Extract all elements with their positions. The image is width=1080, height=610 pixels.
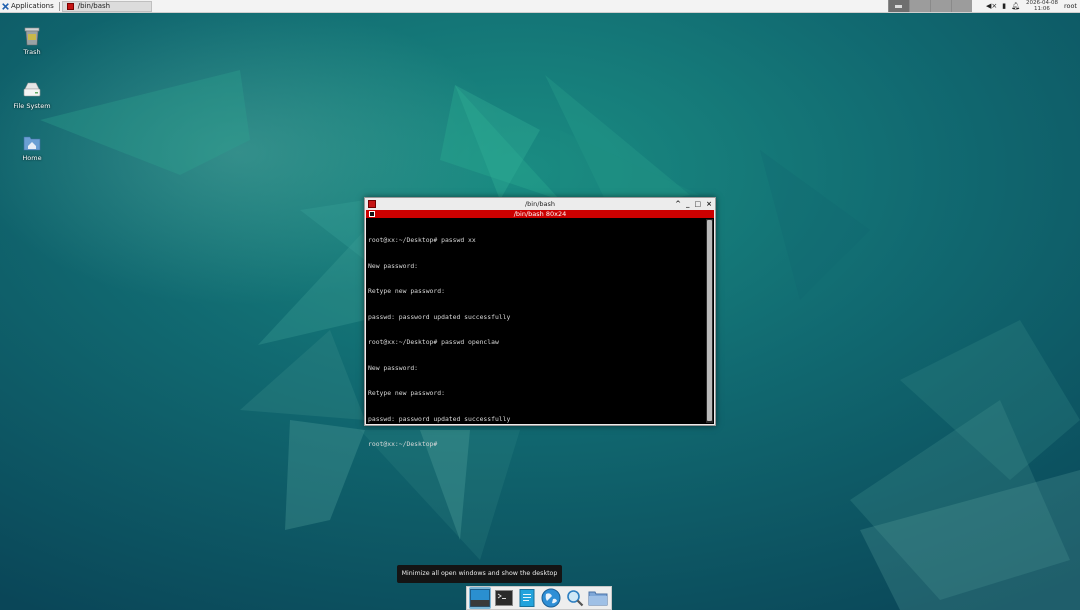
workspace-2[interactable]: [908, 0, 930, 12]
applications-menu[interactable]: Applications: [0, 0, 57, 12]
terminal-line: root@xx:~/Desktop# passwd openclaw: [368, 338, 499, 346]
search-icon: [566, 590, 583, 607]
file-manager-launcher[interactable]: [587, 587, 609, 609]
terminal-line: Retype new password:: [368, 287, 445, 295]
desktop-icon-home[interactable]: Home: [2, 132, 62, 162]
user-menu[interactable]: root: [1064, 2, 1077, 10]
terminal-tab-icon: [369, 211, 375, 217]
xfce-logo-icon: [2, 2, 9, 10]
terminal-line: passwd: password updated successfully: [368, 414, 511, 423]
desktop-icon-file-system[interactable]: File System: [2, 80, 62, 110]
minimize-button[interactable]: _: [686, 200, 690, 208]
window-titlebar[interactable]: /bin/bash ^ _ □ ×: [365, 198, 715, 210]
panel-right-area: ◀× ▮ 🔔︎ 2026-04-08 11:06 root: [887, 0, 1080, 12]
terminal-output[interactable]: root@xx:~/Desktop# passwd xx New passwor…: [366, 218, 714, 448]
maximize-button[interactable]: □: [695, 200, 702, 208]
terminal-text[interactable]: root@xx:~/Desktop# passwd xx New passwor…: [368, 219, 704, 448]
clock[interactable]: 2026-04-08 11:06: [1026, 0, 1058, 12]
workspace-switcher[interactable]: [887, 0, 972, 12]
applications-label: Applications: [11, 2, 54, 10]
top-panel: Applications /bin/bash ◀× ▮ 🔔︎ 2026-04-0…: [0, 0, 1080, 13]
terminal-icon: [66, 2, 74, 10]
terminal-icon: [494, 590, 513, 606]
web-browser-icon: [541, 588, 561, 608]
terminal-launcher[interactable]: [493, 587, 515, 609]
clock-time: 11:06: [1034, 6, 1050, 12]
bottom-dock: [466, 586, 612, 610]
desktop-icon-label: Home: [22, 154, 42, 162]
terminal-line: root@xx:~/Desktop# passwd xx: [368, 236, 476, 244]
terminal-line: passwd: password updated successfully: [368, 312, 511, 321]
taskbar-window-label: /bin/bash: [77, 2, 111, 10]
terminal-window[interactable]: /bin/bash ^ _ □ × /bin/bash 80x24 root@x…: [364, 197, 716, 448]
shade-button[interactable]: ^: [675, 200, 681, 208]
show-desktop-button[interactable]: [469, 587, 491, 609]
drive-icon: [22, 80, 42, 100]
show-desktop-icon: [469, 589, 490, 607]
terminal-line: root@xx:~/Desktop#: [368, 440, 438, 448]
workspace-3[interactable]: [929, 0, 951, 12]
workspace-4[interactable]: [950, 0, 972, 12]
battery-icon[interactable]: ▮: [1002, 2, 1006, 10]
taskbar-window-button[interactable]: /bin/bash: [61, 0, 152, 12]
home-folder-icon: [22, 132, 42, 152]
desktop-icon-label: File System: [13, 102, 51, 110]
panel-separator: [58, 1, 60, 11]
file-manager-icon: [588, 591, 608, 606]
desktop-icon-label: Trash: [23, 48, 41, 56]
window-controls: ^ _ □ ×: [675, 198, 712, 210]
notification-bell-icon[interactable]: 🔔︎: [1011, 2, 1020, 10]
terminal-line: Retype new password:: [368, 389, 445, 397]
show-desktop-tooltip: Minimize all open windows and show the d…: [397, 565, 562, 583]
web-browser-launcher[interactable]: [540, 587, 562, 609]
terminal-app-icon[interactable]: [368, 200, 376, 208]
system-tray: ◀× ▮ 🔔︎: [986, 2, 1020, 10]
scrollbar-thumb[interactable]: [707, 220, 712, 421]
window-title: /bin/bash: [524, 200, 556, 208]
volume-icon[interactable]: ◀×: [986, 2, 997, 10]
search-launcher[interactable]: [564, 587, 586, 609]
text-editor-icon: [519, 589, 535, 607]
trash-icon: [22, 26, 42, 46]
workspace-1[interactable]: [887, 0, 909, 12]
close-button[interactable]: ×: [706, 200, 712, 208]
terminal-scrollbar[interactable]: [706, 219, 713, 423]
terminal-tab-bar[interactable]: /bin/bash 80x24: [366, 210, 714, 218]
text-editor-launcher[interactable]: [516, 587, 538, 609]
terminal-line: New password:: [368, 363, 419, 372]
terminal-tab-title: /bin/bash 80x24: [513, 210, 567, 218]
terminal-line: New password:: [368, 261, 419, 270]
desktop-icon-trash[interactable]: Trash: [2, 26, 62, 56]
